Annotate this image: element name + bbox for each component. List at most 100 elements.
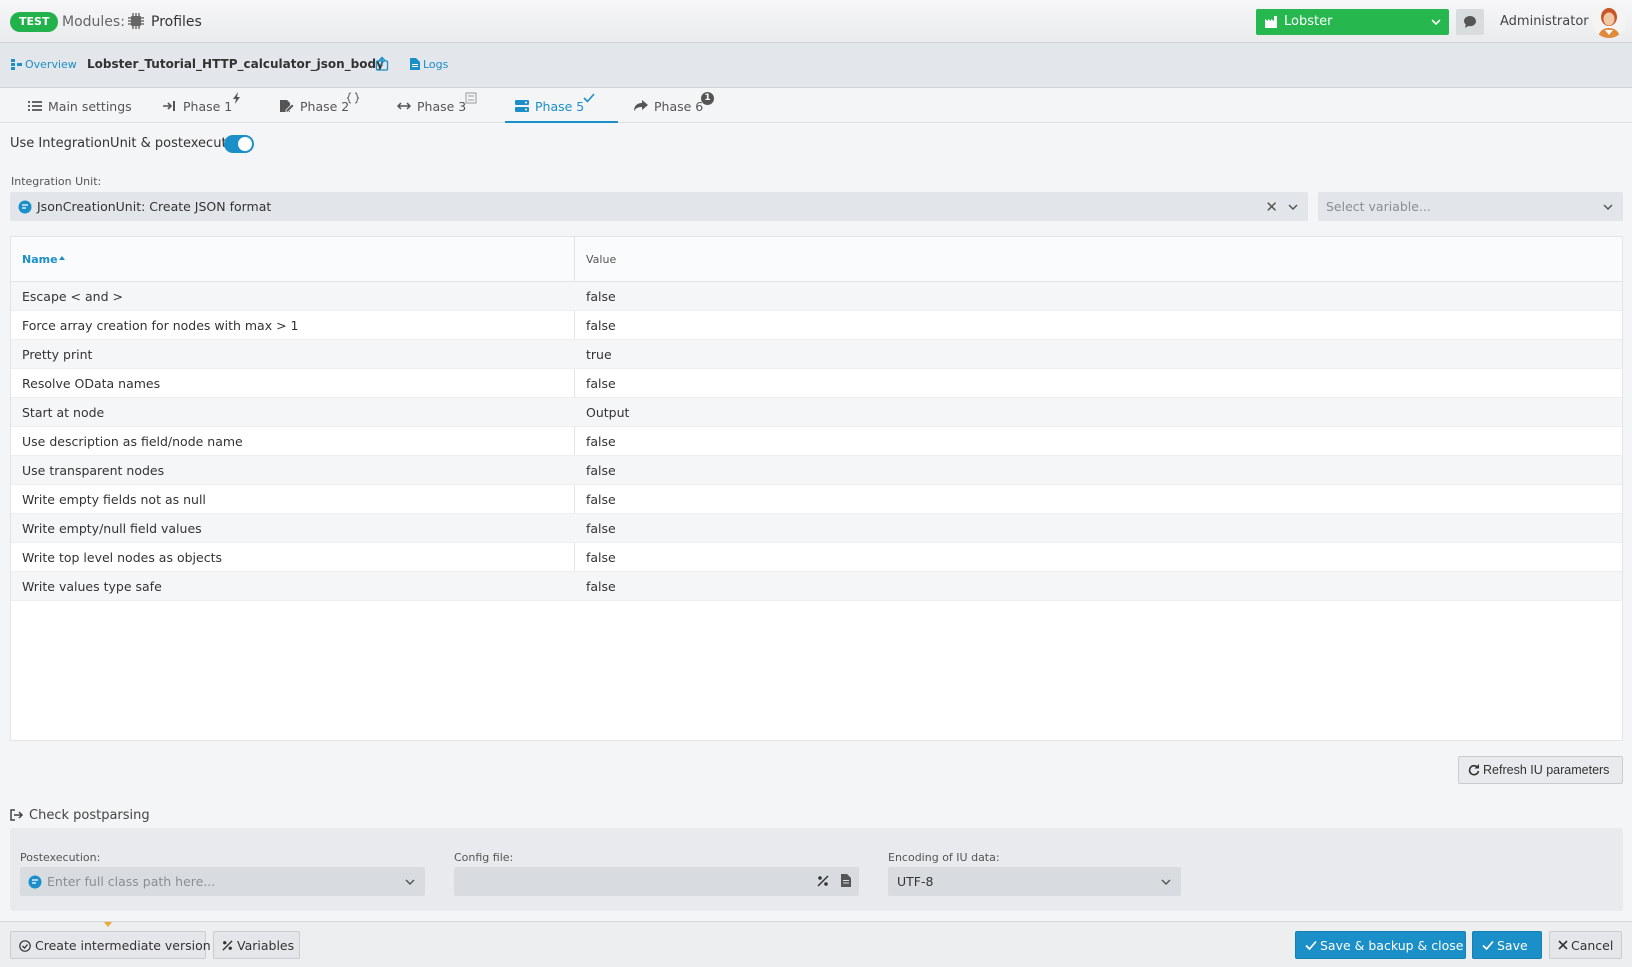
environment-badge: TEST <box>10 12 59 32</box>
cancel-button[interactable]: Cancel <box>1549 931 1622 959</box>
parameter-value[interactable]: Output <box>586 405 629 420</box>
parameter-value[interactable]: false <box>586 579 616 594</box>
toggle-knob <box>238 137 252 151</box>
cancel-label: Cancel <box>1571 938 1614 953</box>
iu-toggle-label: Use IntegrationUnit & postexecution <box>10 136 247 151</box>
variable-icon[interactable] <box>817 875 829 887</box>
parameter-value[interactable]: false <box>586 463 616 478</box>
parameter-value[interactable]: false <box>586 434 616 449</box>
variables-label: Variables <box>237 938 295 953</box>
parameter-value[interactable]: false <box>586 521 616 536</box>
check-icon <box>1482 940 1494 951</box>
table-row[interactable]: Resolve OData names false <box>11 369 1622 398</box>
check-icon <box>583 93 595 103</box>
table-row[interactable]: Use description as field/node name false <box>11 427 1622 456</box>
parameter-value[interactable]: true <box>586 347 612 362</box>
table-row[interactable]: Pretty print true <box>11 340 1622 369</box>
postexecution-select[interactable]: Enter full class path here... <box>20 867 425 896</box>
clear-icon[interactable]: ✕ <box>1265 198 1278 216</box>
variables-button[interactable]: Variables <box>213 931 300 959</box>
footer-bar: Create intermediate version Variables Sa… <box>0 921 1632 967</box>
column-header-value[interactable]: Value <box>586 253 616 266</box>
file-icon[interactable] <box>841 874 851 887</box>
table-row[interactable]: Escape < and > false <box>11 282 1622 311</box>
table-row[interactable]: Use transparent nodes false <box>11 456 1622 485</box>
sort-ascending-icon[interactable] <box>58 254 66 262</box>
chevron-down-icon[interactable] <box>1288 202 1298 212</box>
chat-bubble-icon <box>18 200 32 214</box>
module-title[interactable]: Profiles <box>151 14 202 30</box>
parameter-value[interactable]: false <box>586 550 616 565</box>
chat-icon <box>1464 16 1476 28</box>
sitemap-icon <box>11 59 22 70</box>
save-button[interactable]: Save <box>1472 931 1542 959</box>
table-row[interactable]: Write empty/null field values false <box>11 514 1622 543</box>
create-intermediate-version-button[interactable]: Create intermediate version <box>10 931 211 959</box>
parameter-name: Write top level nodes as objects <box>22 550 222 565</box>
top-bar: TEST Modules: Profiles Lobster Administr… <box>0 0 1632 43</box>
export-icon[interactable] <box>374 56 390 72</box>
postexecution-label: Postexecution: <box>20 851 101 864</box>
parameter-value[interactable]: false <box>586 492 616 507</box>
parameter-value[interactable]: false <box>586 289 616 304</box>
avatar-image <box>1592 4 1626 38</box>
table-row[interactable]: Write top level nodes as objects false <box>11 543 1622 572</box>
user-avatar[interactable] <box>1592 4 1626 38</box>
integration-unit-label: Integration Unit: <box>11 175 102 188</box>
company-select[interactable]: Lobster <box>1256 9 1449 35</box>
save-backup-close-label: Save & backup & close <box>1320 938 1464 953</box>
save-backup-close-button[interactable]: Save & backup & close <box>1295 931 1466 959</box>
encoding-select[interactable]: UTF-8 <box>888 867 1181 896</box>
parameter-name: Pretty print <box>22 347 93 362</box>
chat-button[interactable] <box>1456 9 1484 35</box>
variable-icon <box>222 940 233 951</box>
parameter-value[interactable]: false <box>586 376 616 391</box>
table-row[interactable]: Write empty fields not as null false <box>11 485 1622 514</box>
tab-label: Phase 5 <box>535 99 585 114</box>
check-circle-icon <box>19 940 31 952</box>
check-postparsing-title: Check postparsing <box>29 808 150 823</box>
variable-select[interactable]: Select variable... <box>1318 192 1623 221</box>
intermediate-label: Create intermediate version <box>35 938 211 953</box>
chat-bubble-icon <box>28 875 42 889</box>
table-row[interactable]: Force array creation for nodes with max … <box>11 311 1622 340</box>
document-icon <box>410 58 420 70</box>
parameter-value[interactable]: false <box>586 318 616 333</box>
encoding-label: Encoding of IU data: <box>888 851 1000 864</box>
parameter-name: Force array creation for nodes with max … <box>22 318 299 333</box>
table-row[interactable]: Write values type safe false <box>11 572 1622 601</box>
parameter-name: Write values type safe <box>22 579 162 594</box>
column-header-name[interactable]: Name <box>22 253 58 266</box>
user-name[interactable]: Administrator <box>1500 14 1589 29</box>
sign-out-icon <box>10 809 24 821</box>
encoding-value: UTF-8 <box>897 874 934 889</box>
parameter-name: Resolve OData names <box>22 376 161 391</box>
integration-unit-select[interactable]: JsonCreationUnit: Create JSON format ✕ <box>10 192 1308 221</box>
refresh-iu-parameters-button[interactable]: Refresh IU parameters <box>1458 756 1623 784</box>
iu-toggle-switch[interactable] <box>224 135 254 153</box>
chevron-down-icon <box>1431 19 1441 26</box>
info-badge: 1 <box>701 92 714 105</box>
refresh-label: Refresh IU parameters <box>1483 763 1610 777</box>
integration-unit-value: JsonCreationUnit: Create JSON format <box>37 199 272 214</box>
table-row[interactable]: Start at node Output <box>11 398 1622 427</box>
postparsing-panel: Postexecution: Enter full class path her… <box>10 828 1623 911</box>
sign-in-icon <box>163 101 175 111</box>
logs-label: Logs <box>423 58 449 71</box>
chevron-down-icon <box>405 879 415 886</box>
postexecution-placeholder: Enter full class path here... <box>47 874 216 889</box>
check-icon <box>1305 940 1317 951</box>
variable-placeholder: Select variable... <box>1326 199 1431 214</box>
mapping-icon <box>465 92 477 104</box>
chevron-down-icon <box>1161 879 1171 886</box>
parameter-name: Write empty fields not as null <box>22 492 206 507</box>
parameter-name: Start at node <box>22 405 105 420</box>
modules-label: Modules: <box>62 14 125 30</box>
config-file-input[interactable] <box>454 867 859 896</box>
overview-label: Overview <box>25 58 77 71</box>
edit-file-icon <box>280 100 294 112</box>
parameter-name: Use description as field/node name <box>22 434 243 449</box>
share-arrow-icon <box>634 100 648 111</box>
config-file-label: Config file: <box>454 851 514 864</box>
arrows-horizontal-icon <box>397 102 411 110</box>
